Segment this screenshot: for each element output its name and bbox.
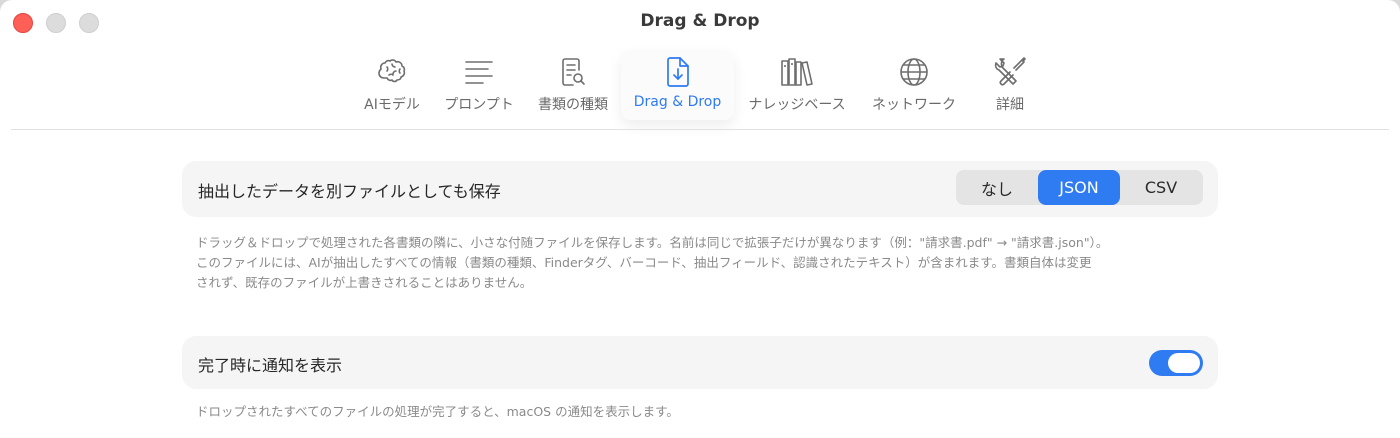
tab-ai-model[interactable]: AIモデル [352, 50, 432, 120]
description-line: このファイルには、AIが抽出したすべての情報（書類の種類、Finderタグ、バー… [196, 255, 1092, 270]
text-lines-icon [459, 52, 499, 92]
document-download-icon [658, 52, 698, 92]
document-search-icon [553, 52, 593, 92]
tab-prompt[interactable]: プロンプト [438, 50, 520, 120]
tab-label: AIモデル [364, 97, 420, 113]
tab-network[interactable]: ネットワーク [864, 50, 964, 120]
tools-icon [990, 52, 1030, 92]
tab-label: Drag & Drop [633, 94, 722, 110]
tab-label: 書類の種類 [538, 97, 608, 113]
description-line: ドロップされたすべてのファイルの処理が完了すると、macOS の通知を表示します… [196, 404, 679, 419]
notify-on-complete-setting: 完了時に通知を表示 [182, 336, 1218, 389]
tab-label: 詳細 [996, 97, 1024, 113]
notify-description: ドロップされたすべてのファイルの処理が完了すると、macOS の通知を表示します… [196, 402, 1206, 422]
window-title: Drag & Drop [640, 11, 760, 31]
description-line: ドラッグ＆ドロップで処理された各書類の隣に、小さな付随ファイルを保存します。名前… [196, 235, 1109, 250]
export-format-segmented-control: なし JSON CSV [956, 170, 1203, 205]
toggle-knob [1168, 353, 1200, 373]
tab-label: プロンプト [444, 97, 514, 113]
books-icon [777, 52, 817, 92]
segment-json[interactable]: JSON [1038, 170, 1120, 205]
segment-none[interactable]: なし [956, 170, 1038, 205]
notify-toggle[interactable] [1149, 350, 1203, 376]
save-extracted-description: ドラッグ＆ドロップで処理された各書類の隣に、小さな付随ファイルを保存します。名前… [196, 233, 1206, 293]
tab-knowledge-base[interactable]: ナレッジベース [742, 50, 852, 120]
save-extracted-data-setting: 抽出したデータを別ファイルとしても保存 なし JSON CSV [182, 161, 1218, 217]
segment-csv[interactable]: CSV [1120, 170, 1202, 205]
tab-drag-and-drop[interactable]: Drag & Drop [621, 50, 734, 120]
setting-label: 完了時に通知を表示 [198, 356, 343, 375]
globe-icon [894, 52, 934, 92]
tab-label: ネットワーク [872, 97, 956, 113]
setting-label: 抽出したデータを別ファイルとしても保存 [198, 182, 501, 201]
tab-document-types[interactable]: 書類の種類 [530, 50, 616, 120]
tab-advanced[interactable]: 詳細 [980, 50, 1040, 120]
tab-label: ナレッジベース [748, 97, 846, 113]
brain-icon [372, 52, 412, 92]
preferences-toolbar: AIモデル プロンプト 書類の種類 Drag & Drop ナレッジベース ネッ… [0, 50, 1400, 122]
preferences-window: Drag & Drop AIモデル プロンプト 書類の種類 Drag & Dro… [0, 0, 1400, 438]
description-line: されず、既存のファイルが上書きされることはありません。 [196, 275, 533, 290]
toolbar-divider [11, 129, 1389, 130]
